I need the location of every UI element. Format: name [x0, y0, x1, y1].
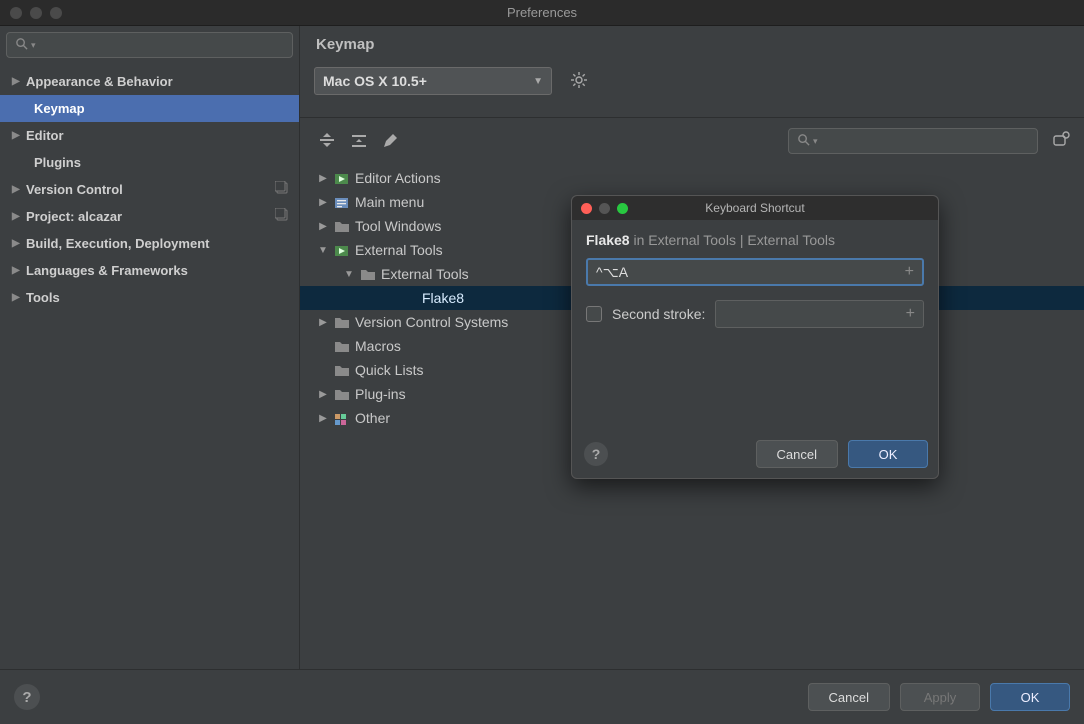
modal-cancel-button[interactable]: Cancel	[756, 440, 838, 468]
modal-titlebar: Keyboard Shortcut	[572, 196, 938, 220]
window-titlebar: Preferences	[0, 0, 1084, 26]
actions-search-input[interactable]: ▾	[788, 128, 1038, 154]
window-title: Preferences	[0, 5, 1084, 20]
sidebar-item-plugins[interactable]: Plugins	[0, 149, 299, 176]
sidebar-item-appearance[interactable]: ▶Appearance & Behavior	[0, 68, 299, 95]
help-button[interactable]: ?	[14, 684, 40, 710]
project-badge-icon	[275, 208, 289, 225]
sidebar-item-build[interactable]: ▶Build, Execution, Deployment	[0, 230, 299, 257]
sidebar-item-vcs[interactable]: ▶Version Control	[0, 176, 299, 203]
expand-all-icon[interactable]	[318, 132, 336, 150]
sidebar-item-languages[interactable]: ▶Languages & Frameworks	[0, 257, 299, 284]
plus-icon[interactable]: +	[906, 305, 915, 323]
sidebar-item-keymap[interactable]: Keymap	[0, 95, 299, 122]
sidebar-item-project[interactable]: ▶Project: alcazar	[0, 203, 299, 230]
modal-ok-button[interactable]: OK	[848, 440, 928, 468]
cancel-button[interactable]: Cancel	[808, 683, 890, 711]
page-title: Keymap	[316, 36, 1070, 53]
first-stroke-value: ^⌥A	[596, 264, 628, 281]
pencil-icon[interactable]	[382, 132, 400, 150]
project-badge-icon	[275, 181, 289, 198]
first-stroke-input[interactable]: ^⌥A +	[586, 258, 924, 286]
search-icon	[15, 37, 28, 53]
find-by-shortcut-icon[interactable]	[1052, 131, 1070, 152]
settings-tree: ▶Appearance & Behavior Keymap ▶Editor Pl…	[0, 64, 299, 311]
modal-help-button[interactable]: ?	[584, 442, 608, 466]
keymap-scheme-combo[interactable]: Mac OS X 10.5+ ▼	[314, 67, 552, 95]
plus-icon[interactable]: +	[905, 263, 914, 281]
shortcut-action-name: Flake8	[586, 232, 630, 248]
modal-title: Keyboard Shortcut	[572, 201, 938, 215]
gear-icon[interactable]	[570, 71, 588, 92]
apply-button[interactable]: Apply	[900, 683, 980, 711]
dialog-footer: ? Cancel Apply OK	[0, 669, 1084, 724]
second-stroke-checkbox[interactable]	[586, 306, 602, 322]
search-icon	[797, 133, 810, 149]
sidebar-item-editor[interactable]: ▶Editor	[0, 122, 299, 149]
sidebar-search-input[interactable]: ▾	[6, 32, 293, 58]
sidebar-item-tools[interactable]: ▶Tools	[0, 284, 299, 311]
ok-button[interactable]: OK	[990, 683, 1070, 711]
collapse-all-icon[interactable]	[350, 132, 368, 150]
second-stroke-label: Second stroke:	[612, 306, 705, 322]
keyboard-shortcut-dialog: Keyboard Shortcut Flake8 in External Too…	[571, 195, 939, 479]
chevron-down-icon: ▼	[533, 76, 543, 87]
second-stroke-input[interactable]: +	[715, 300, 924, 328]
shortcut-context: Flake8 in External Tools | External Tool…	[586, 232, 924, 248]
settings-sidebar: ▾ ▶Appearance & Behavior Keymap ▶Editor …	[0, 26, 300, 669]
keymap-scheme-value: Mac OS X 10.5+	[323, 73, 427, 89]
separator	[300, 117, 1084, 118]
tree-item-editor-actions[interactable]: ▶Editor Actions	[300, 166, 1084, 190]
